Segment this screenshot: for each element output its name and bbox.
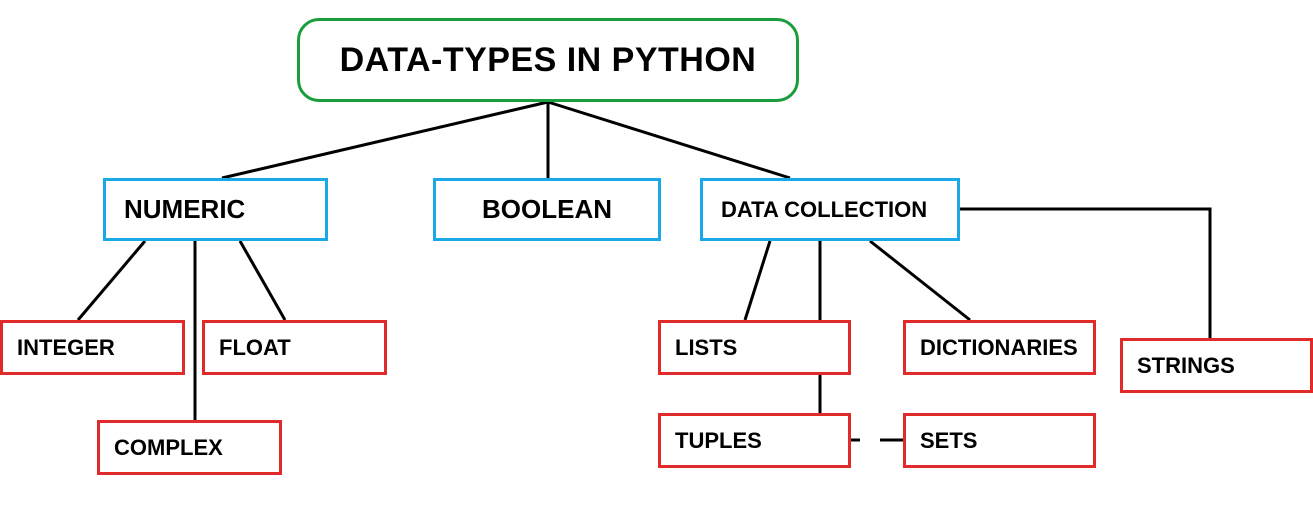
tuples-label: TUPLES — [675, 428, 762, 454]
collection-label: DATA COLLECTION — [721, 197, 927, 223]
boolean-label: BOOLEAN — [482, 194, 612, 225]
node-tuples: TUPLES — [658, 413, 851, 468]
sets-label: SETS — [920, 428, 977, 454]
root-label: DATA-TYPES IN PYTHON — [340, 41, 757, 80]
node-dictionaries: DICTIONARIES — [903, 320, 1096, 375]
node-lists: LISTS — [658, 320, 851, 375]
complex-label: COMPLEX — [114, 435, 223, 461]
strings-label: STRINGS — [1137, 353, 1235, 379]
node-sets: SETS — [903, 413, 1096, 468]
node-strings: STRINGS — [1120, 338, 1313, 393]
node-numeric: NUMERIC — [103, 178, 328, 241]
numeric-label: NUMERIC — [124, 194, 245, 225]
float-label: FLOAT — [219, 335, 291, 361]
node-boolean: BOOLEAN — [433, 178, 661, 241]
dictionaries-label: DICTIONARIES — [920, 335, 1078, 361]
node-complex: COMPLEX — [97, 420, 282, 475]
lists-label: LISTS — [675, 335, 737, 361]
node-data-collection: DATA COLLECTION — [700, 178, 960, 241]
integer-label: INTEGER — [17, 335, 115, 361]
node-integer: INTEGER — [0, 320, 185, 375]
root-node: DATA-TYPES IN PYTHON — [297, 18, 799, 102]
node-float: FLOAT — [202, 320, 387, 375]
